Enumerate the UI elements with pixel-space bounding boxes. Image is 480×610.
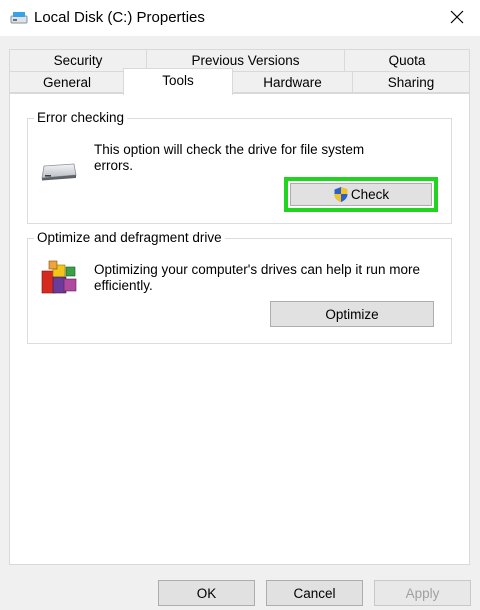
cancel-button-label: Cancel — [293, 585, 336, 601]
window-title: Local Disk (C:) Properties — [34, 9, 205, 26]
dialog-button-bar: OK Cancel Apply — [0, 576, 480, 610]
defrag-icon — [40, 259, 80, 300]
apply-button[interactable]: Apply — [374, 580, 471, 606]
hard-drive-icon — [41, 163, 77, 184]
title-bar: Local Disk (C:) Properties — [0, 0, 480, 36]
error-checking-description: This option will check the drive for fil… — [94, 142, 365, 173]
tab-label: Security — [53, 53, 103, 68]
tab-sharing[interactable]: Sharing — [352, 71, 470, 93]
drive-icon — [10, 10, 28, 26]
check-button-label: Check — [350, 187, 390, 202]
tab-label: Hardware — [263, 75, 322, 90]
tab-tools[interactable]: Tools — [123, 68, 233, 95]
tab-label: Sharing — [387, 75, 435, 90]
tab-label: Quota — [388, 53, 426, 68]
close-icon — [450, 10, 464, 27]
check-button[interactable]: Check — [284, 177, 438, 212]
tab-label: Tools — [162, 73, 194, 88]
error-checking-label: Error checking — [34, 110, 128, 125]
tab-label: General — [42, 75, 92, 90]
tools-tab-panel: Error checking This option will check th… — [9, 93, 470, 565]
optimize-button-label: Optimize — [325, 306, 379, 322]
ok-button-label: OK — [196, 585, 217, 601]
tab-hardware[interactable]: Hardware — [232, 71, 353, 93]
apply-button-label: Apply — [405, 585, 440, 601]
uac-shield-icon — [333, 186, 349, 203]
optimize-label: Optimize and defragment drive — [34, 230, 225, 245]
cancel-button[interactable]: Cancel — [266, 580, 363, 606]
error-checking-group: Error checking This option will check th… — [27, 110, 452, 224]
optimize-description: Optimizing your computer's drives can he… — [94, 262, 420, 293]
tab-general[interactable]: General — [9, 71, 125, 93]
optimize-button[interactable]: Optimize — [270, 301, 434, 327]
tab-quota[interactable]: Quota — [344, 49, 470, 71]
tab-label: Previous Versions — [191, 53, 300, 68]
optimize-group: Optimize and defragment drive Optimizing… — [27, 230, 452, 344]
ok-button[interactable]: OK — [158, 580, 255, 606]
dialog-client: Security Previous Versions Quota General… — [0, 36, 480, 610]
close-button[interactable] — [434, 0, 480, 36]
